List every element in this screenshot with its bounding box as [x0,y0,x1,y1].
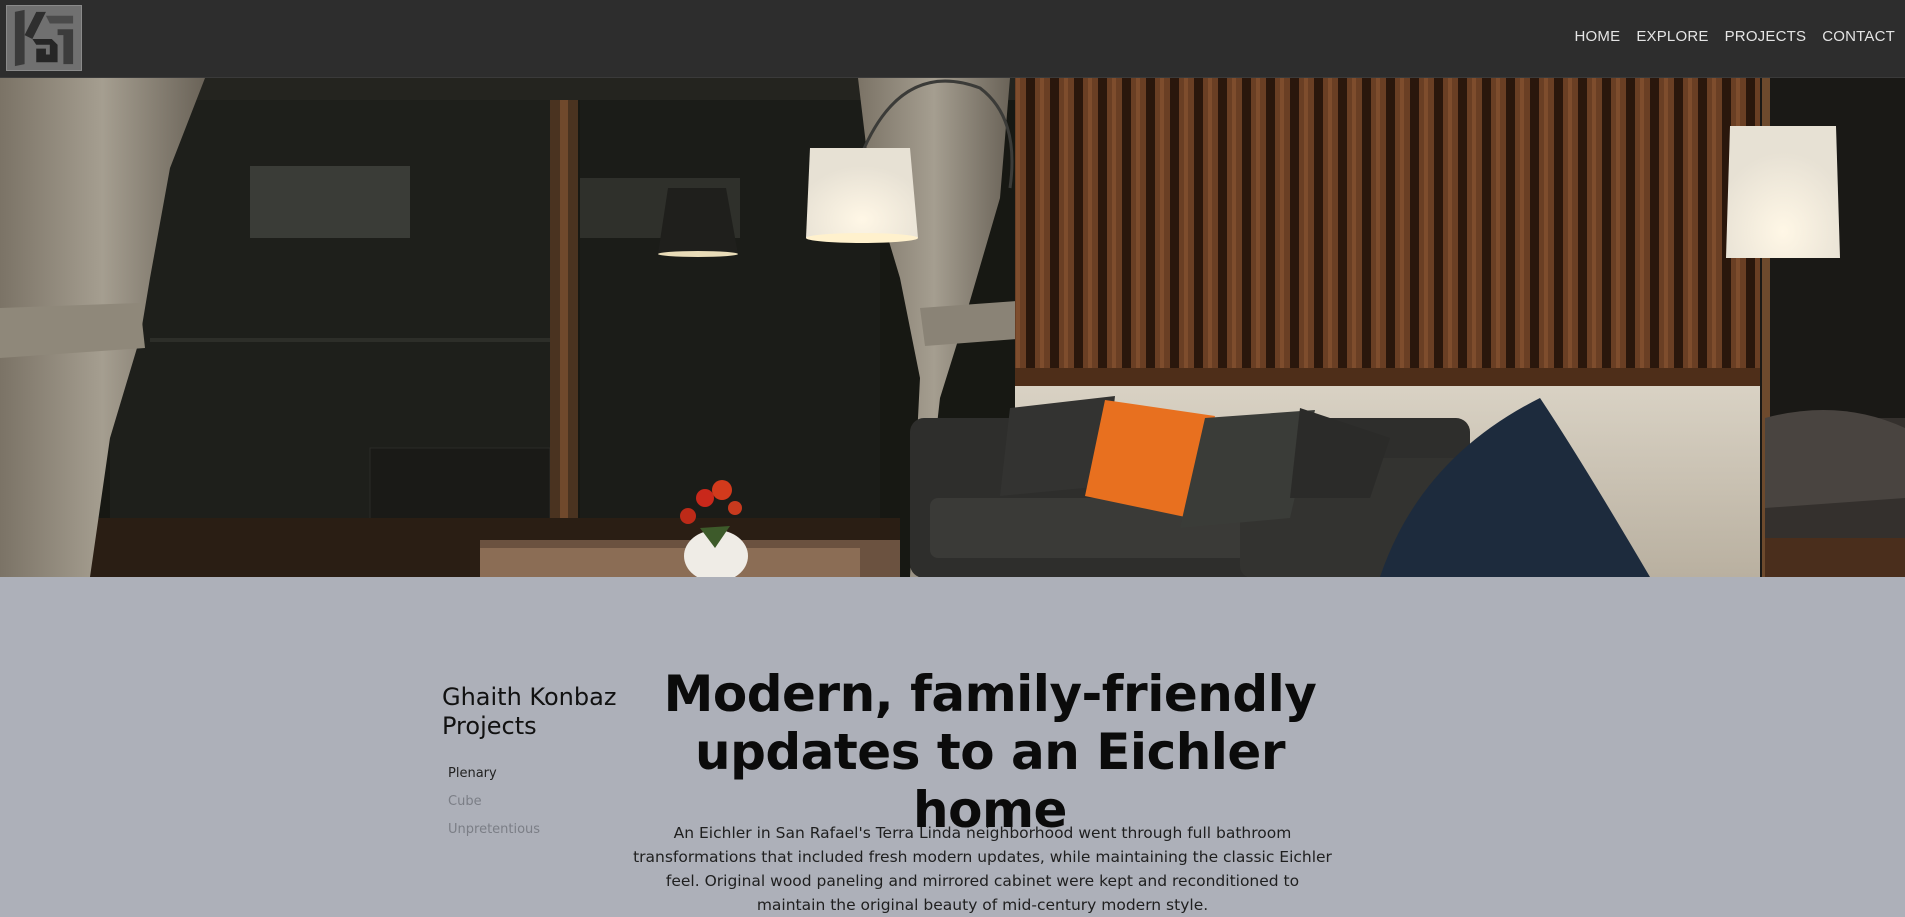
nav-explore-link[interactable]: EXPLORE [1628,28,1716,45]
kg-monogram-logo-icon[interactable] [6,5,82,71]
nav-home-link[interactable]: HOME [1567,28,1629,45]
main-nav: HOME EXPLORE PROJECTS CONTACT [1567,28,1904,45]
article-body: An Eichler in San Rafael's Terra Linda n… [633,824,1332,914]
project-link-unpretentious[interactable]: Unpretentious [448,816,540,844]
project-list: Plenary Cube Unpretentious [448,760,540,844]
hero-image [0,78,1905,577]
nav-projects-link[interactable]: PROJECTS [1717,28,1815,45]
sidebar-title: Ghaith Konbaz Projects [442,683,617,740]
project-link-cube[interactable]: Cube [448,788,540,816]
project-link-plenary[interactable]: Plenary [448,760,540,788]
nav-contact-link[interactable]: CONTACT [1814,28,1903,45]
top-navigation-bar: HOME EXPLORE PROJECTS CONTACT [0,0,1905,78]
project-content-section: Ghaith Konbaz Projects Plenary Cube Unpr… [0,577,1905,914]
article-headline: Modern, family-friendly updates to an Ei… [663,665,1317,839]
